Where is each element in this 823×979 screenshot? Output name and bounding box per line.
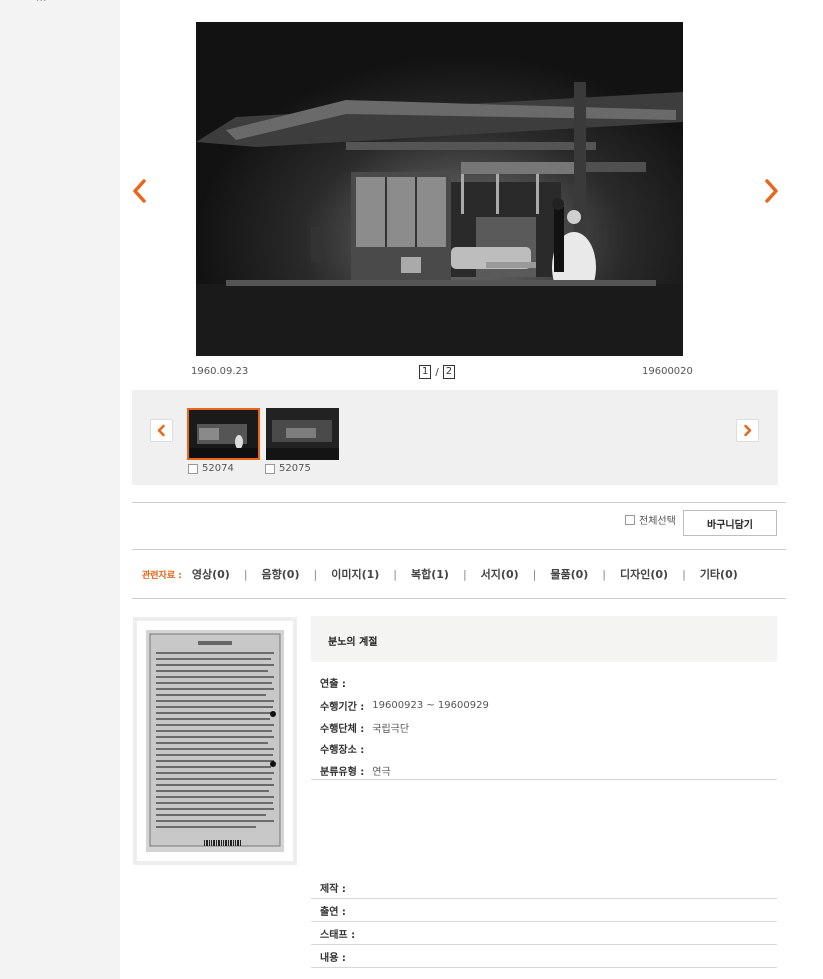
record-title: 분노의 계절 — [328, 637, 378, 648]
field-key: 연출 : — [320, 679, 346, 690]
left-sidebar: ··· — [0, 0, 120, 979]
field-venue: 수행장소 : — [320, 741, 372, 756]
separator: | — [313, 567, 318, 581]
page-current[interactable]: 1 — [419, 365, 432, 379]
related-composite[interactable]: 복합(1) — [411, 566, 449, 582]
field-production: 제작 : — [320, 880, 354, 895]
related-objects[interactable]: 물품(0) — [550, 566, 588, 582]
prev-photo-button[interactable] — [130, 176, 150, 206]
separator: | — [682, 567, 686, 581]
field-value: 19600923 ~ 19600929 — [372, 700, 489, 711]
separator: | — [393, 567, 397, 581]
related-audio[interactable]: 음향(0) — [262, 566, 300, 582]
thumbnail-label-text: 52074 — [202, 463, 234, 474]
related-design[interactable]: 디자인(0) — [620, 566, 668, 582]
field-performance-period: 수행기간 : 19600923 ~ 19600929 — [320, 698, 489, 713]
thumbnail-52075[interactable] — [266, 408, 339, 460]
divider — [311, 898, 777, 899]
thumbnail-label: 52075 — [265, 463, 311, 474]
record-title-bar: 분노의 계절 — [311, 616, 777, 662]
related-bibliography[interactable]: 서지(0) — [481, 566, 519, 582]
divider — [132, 502, 786, 503]
separator: | — [602, 567, 607, 581]
divider — [132, 598, 786, 599]
related-video[interactable]: 영상(0) — [192, 566, 230, 582]
field-key: 수행단체 : — [320, 724, 365, 735]
thumbnail-checkbox[interactable] — [265, 463, 275, 474]
photo-pager: 1 / 2 — [419, 365, 456, 379]
field-classification: 분류유형 : 연극 — [320, 763, 391, 778]
page-separator: / — [435, 366, 439, 378]
field-value: 국립극단 — [372, 724, 410, 735]
chevron-right-icon — [744, 424, 752, 437]
field-key: 내용 : — [320, 953, 346, 964]
chevron-left-icon — [157, 424, 165, 437]
next-photo-button[interactable] — [761, 176, 781, 206]
page-total[interactable]: 2 — [442, 365, 456, 379]
field-cast: 출연 : — [320, 903, 354, 918]
separator: | — [532, 567, 537, 581]
thumbnail-52074[interactable] — [187, 408, 260, 460]
separator: | — [243, 567, 248, 581]
divider — [311, 944, 777, 945]
thumbnails-prev-button[interactable] — [150, 419, 173, 442]
photo-date: 1960.09.23 — [191, 366, 249, 377]
field-director: 연출 : — [320, 675, 354, 690]
thumbnail-label-text: 52075 — [279, 463, 311, 474]
thumbnail-checkbox[interactable] — [188, 463, 198, 474]
chevron-right-icon — [765, 179, 778, 203]
related-image[interactable]: 이미지(1) — [331, 566, 379, 582]
photo-id: 19600020 — [642, 366, 693, 377]
thumbnail-label: 52074 — [188, 463, 234, 474]
select-all-checkbox[interactable] — [625, 514, 635, 525]
separator: | — [462, 567, 467, 581]
related-label: 관련자료 : — [142, 570, 182, 581]
field-value: 연극 — [372, 767, 391, 778]
field-performing-group: 수행단체 : 국립극단 — [320, 720, 409, 735]
field-key: 수행장소 : — [320, 745, 365, 756]
chevron-left-icon — [133, 179, 146, 203]
sidebar-ellipsis: ··· — [36, 0, 47, 7]
main-photo — [196, 22, 683, 356]
divider — [311, 921, 777, 922]
field-key: 제작 : — [320, 884, 346, 895]
document-thumbnail[interactable] — [133, 617, 297, 865]
related-other[interactable]: 기타(0) — [700, 566, 738, 582]
document-scan-image — [146, 630, 284, 852]
divider — [311, 967, 777, 968]
related-materials: 관련자료 : 영상(0) | 음향(0) | 이미지(1) | 복합(1) | … — [142, 566, 738, 582]
thumbnail-strip: 52074 52075 — [132, 390, 778, 485]
thumbnails-next-button[interactable] — [736, 419, 759, 442]
add-to-basket-button[interactable]: 바구니담기 — [683, 510, 777, 536]
field-key: 출연 : — [320, 907, 346, 918]
field-key: 수행기간 : — [320, 702, 365, 713]
field-content: 내용 : — [320, 949, 354, 964]
field-key: 분류유형 : — [320, 767, 365, 778]
field-staff: 스태프 : — [320, 926, 363, 941]
select-all[interactable]: 전체선택 — [625, 512, 676, 527]
divider — [311, 779, 777, 780]
field-key: 스태프 : — [320, 930, 356, 941]
select-all-label: 전체선택 — [639, 516, 676, 527]
divider — [132, 549, 786, 550]
